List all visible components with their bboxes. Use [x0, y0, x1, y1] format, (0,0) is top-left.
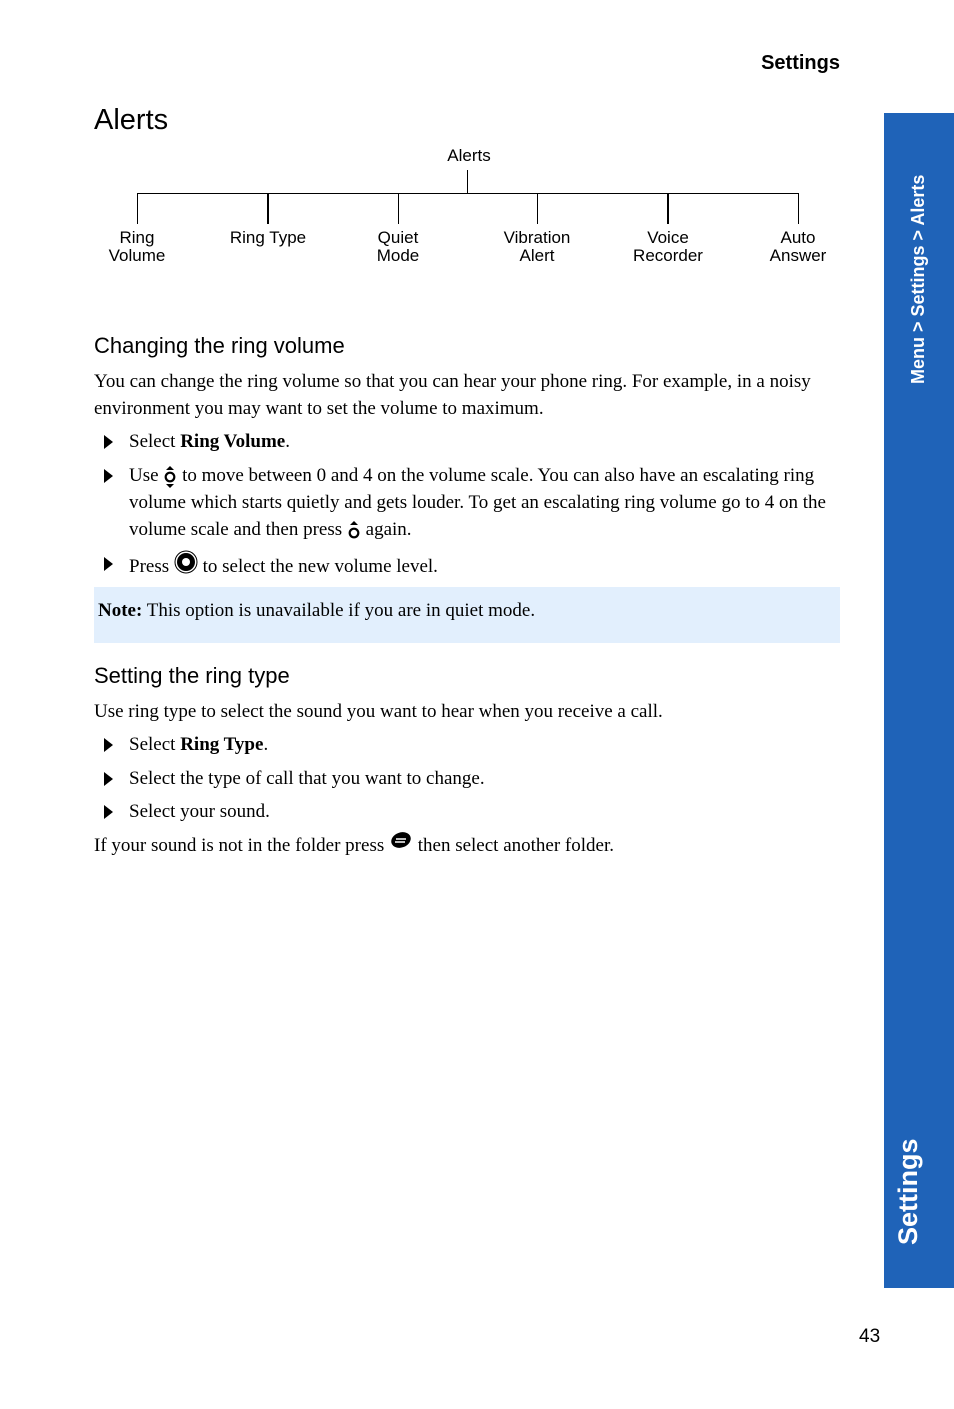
diagram-node-ring-volume: Ring Volume: [109, 229, 166, 265]
diagram-branch: [398, 193, 399, 224]
step-text: .: [285, 431, 290, 452]
step-text: Select your sound.: [129, 801, 270, 822]
step-item: Select Ring Volume.: [104, 428, 840, 455]
diagram-branch: [267, 193, 269, 224]
node-label: Ring: [119, 228, 155, 247]
step-text: Select the type of call that you want to…: [129, 768, 485, 789]
section-intro: You can change the ring volume so that y…: [94, 371, 811, 419]
instruction-text: If your sound is not in the folder press: [94, 835, 389, 856]
node-label: Voice: [647, 228, 689, 247]
step-item: Select Ring Type.: [104, 731, 840, 758]
bullet-arrow-icon: [104, 738, 113, 752]
note-box: Note: This option is unavailable if you …: [94, 587, 840, 643]
diagram-branch: [137, 193, 138, 224]
select-key-icon: [174, 550, 198, 574]
side-breadcrumb: Menu > Settings > Alerts: [908, 174, 928, 384]
bullet-arrow-icon: [104, 435, 113, 449]
diagram-node-quiet-mode: Quiet Mode: [377, 229, 420, 265]
note-text: This option is unavailable if you are in…: [142, 600, 536, 621]
node-label: Mode: [376, 246, 420, 265]
step-text: Select: [129, 734, 181, 755]
node-label: Recorder: [633, 246, 703, 265]
page-number: 43: [859, 1326, 881, 1347]
diagram-node-voice-recorder: Voice Recorder: [633, 229, 703, 265]
step-text: Press: [129, 556, 174, 577]
step-text: to move between 0 and 4 on the volume sc…: [129, 465, 826, 540]
step-emphasis: Ring Type: [180, 734, 264, 755]
diagram-root: Alerts: [447, 146, 491, 165]
bullet-arrow-icon: [104, 772, 113, 786]
step-text: Use: [129, 465, 164, 486]
bullet-arrow-icon: [104, 805, 113, 819]
step-text: .: [263, 734, 269, 755]
alerts-menu-diagram: Alerts Ring Volume Ring Type Quiet Mode Vi…: [94, 140, 854, 280]
node-label: Vibration: [503, 228, 571, 247]
folder-instruction: If your sound is not in the folder press…: [94, 831, 840, 859]
step-item: Press to select the new volume level.: [104, 550, 840, 580]
node-label: Answer: [769, 246, 827, 265]
diagram-branch: [667, 193, 669, 224]
step-emphasis: Ring Volume: [180, 431, 286, 452]
node-label: Auto: [780, 228, 816, 247]
section-heading-ring-type: Setting the ring type: [94, 663, 290, 688]
bullet-arrow-icon: [104, 469, 113, 483]
diagram-branch: [798, 193, 799, 224]
node-label: Ring Type: [229, 228, 307, 247]
back-key-icon: [391, 832, 411, 848]
side-section-label: Settings: [893, 1138, 923, 1245]
diagram-horizontal-connector: [137, 193, 799, 194]
section-heading-ring-volume: Changing the ring volume: [94, 333, 345, 358]
up-navigation-key-icon: [348, 520, 360, 539]
step-text: again.: [360, 519, 412, 540]
step-text: to select the new volume level.: [197, 556, 438, 577]
diagram-node-auto-answer: Auto Answer: [770, 229, 827, 265]
up-down-navigation-key-icon: [164, 465, 176, 488]
instruction-text: then select another folder.: [412, 835, 614, 856]
diagram-node-ring-type: Ring Type: [230, 229, 306, 247]
diagram-branch: [537, 193, 538, 224]
page-title: Alerts: [94, 104, 169, 136]
node-label: Quiet: [377, 228, 419, 247]
step-item: Select the type of call that you want to…: [104, 765, 840, 792]
running-header: Settings: [761, 52, 840, 74]
node-label: Alert: [519, 246, 555, 265]
section-intro: Use ring type to select the sound you wa…: [94, 701, 663, 722]
bullet-arrow-icon: [104, 557, 113, 571]
diagram-node-vibration-alert: Vibration Alert: [504, 229, 571, 265]
diagram-root-connector: [467, 170, 468, 193]
step-item: Select your sound.: [104, 798, 840, 825]
step-text: Select: [129, 431, 181, 452]
node-label: Volume: [108, 246, 166, 265]
note-label: Note:: [98, 600, 143, 621]
step-item: Use to move between 0 and 4 on the volum…: [104, 462, 840, 543]
